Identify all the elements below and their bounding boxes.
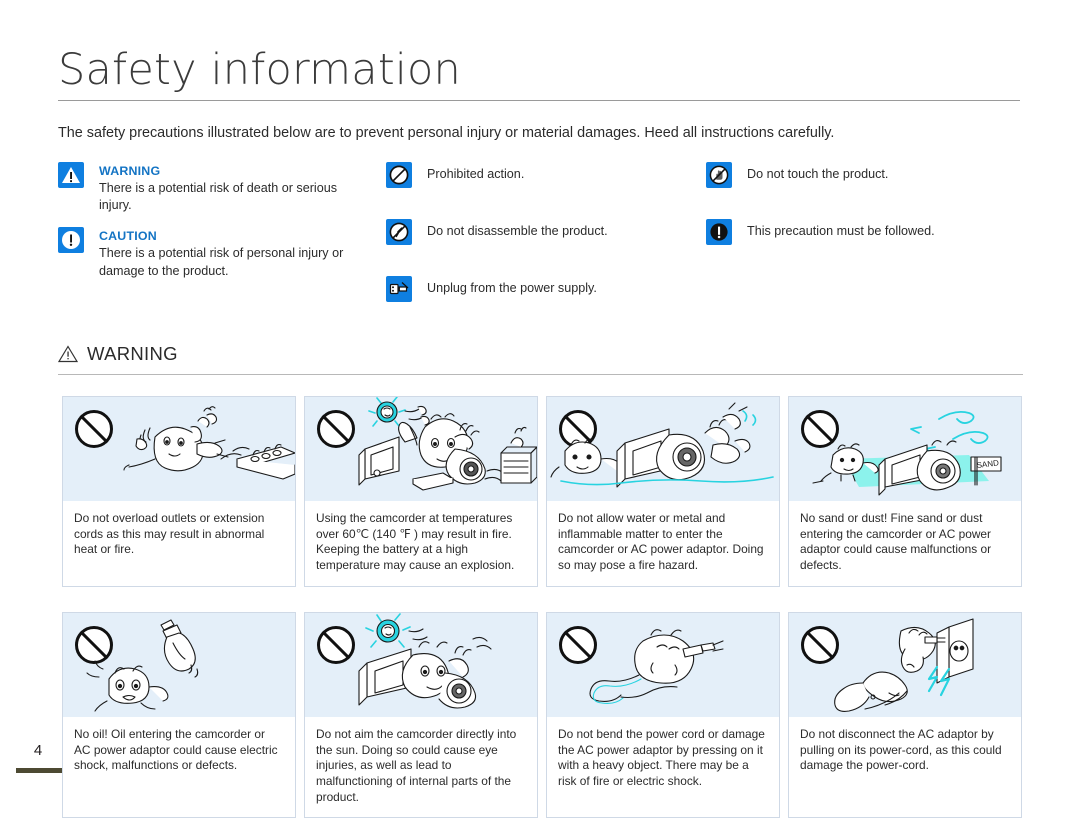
legend-column-severity: WARNING There is a potential risk of dea…	[58, 162, 386, 310]
warning-card: Using the camcorder at temperatures over…	[304, 396, 538, 587]
do-not-touch-hand-icon	[706, 162, 732, 188]
legend-item-prohibited: Prohibited action.	[386, 162, 706, 188]
camcorder-high-temperature-illustration	[305, 397, 537, 501]
warning-section-divider	[58, 374, 1023, 375]
warning-card: No oil! Oil entering the camcorder or AC…	[62, 611, 296, 819]
must-be-followed-exclamation-icon	[706, 219, 732, 245]
camcorder-aimed-at-sun-illustration	[305, 612, 537, 717]
legend-text-caution: CAUTION There is a potential risk of per…	[99, 227, 349, 279]
warning-card-text: Do not bend the power cord or damage the…	[558, 726, 765, 788]
warning-card-text: No oil! Oil entering the camcorder or AC…	[74, 726, 278, 773]
legend-label-do-not-touch: Do not touch the product.	[747, 167, 889, 181]
legend-item-unplug: Unplug from the power supply.	[386, 276, 706, 302]
water-metal-entering-camcorder-illustration	[547, 397, 779, 501]
legend-block: WARNING There is a potential risk of dea…	[58, 162, 1026, 310]
legend-column-prohibitions: Prohibited action. Do not disassemble th…	[386, 162, 706, 310]
warning-card-text: Do not allow water or metal and inflamma…	[558, 511, 764, 573]
warning-card-text: Do not disconnect the AC adaptor by pull…	[800, 726, 1002, 773]
oil-entering-camcorder-illustration	[63, 612, 295, 717]
warning-card: Do not overload outlets or extension cor…	[62, 396, 296, 587]
do-not-disassemble-icon	[386, 219, 412, 245]
legend-column-actions: Do not touch the product. This precautio…	[706, 162, 1026, 310]
caution-exclamation-circle-icon	[58, 227, 84, 254]
legend-item-do-not-touch: Do not touch the product.	[706, 162, 1026, 188]
intro-paragraph: The safety precautions illustrated below…	[58, 125, 835, 141]
legend-body-warning: There is a potential risk of death or se…	[99, 180, 338, 213]
legend-item-must-follow: This precaution must be followed.	[706, 219, 1026, 245]
overloaded-outlet-illustration	[63, 397, 295, 501]
warning-card-grid: Do not overload outlets or extension cor…	[62, 396, 1022, 819]
pulling-ac-adaptor-by-cord-illustration	[789, 612, 1021, 717]
warning-triangle-icon	[58, 162, 84, 188]
legend-label-do-not-disassemble: Do not disassemble the product.	[427, 224, 608, 238]
legend-heading-warning: WARNING	[99, 164, 161, 178]
page-header: Safety information	[58, 45, 1020, 102]
warning-card: Do not disconnect the AC adaptor by pull…	[788, 611, 1022, 819]
unplug-power-icon	[386, 276, 412, 302]
legend-item-caution: CAUTION There is a potential risk of per…	[58, 227, 386, 279]
warning-card-text: No sand or dust! Fine sand or dust enter…	[800, 511, 992, 573]
warning-card: Do not bend the power cord or damage the…	[546, 611, 780, 819]
legend-item-warning: WARNING There is a potential risk of dea…	[58, 162, 386, 214]
page-number: 4	[33, 742, 43, 759]
legend-label-must-follow: This precaution must be followed.	[747, 224, 935, 238]
warning-card: Do not allow water or metal and inflamma…	[546, 396, 780, 587]
safety-information-page: Safety information The safety precaution…	[0, 0, 1080, 825]
legend-body-caution: There is a potential risk of personal in…	[99, 246, 344, 278]
warning-card: Do not aim the camcorder directly into t…	[304, 611, 538, 819]
warning-card-row-1: Do not overload outlets or extension cor…	[62, 396, 1022, 587]
warning-card-row-2: No oil! Oil entering the camcorder or AC…	[62, 611, 1022, 819]
warning-card-text: Do not aim the camcorder directly into t…	[316, 726, 517, 804]
warning-card: SAND No sand or dust! Fine sand or dust …	[788, 396, 1022, 587]
title-divider	[58, 100, 1020, 102]
prohibited-circle-slash-icon	[386, 162, 412, 188]
legend-item-do-not-disassemble: Do not disassemble the product.	[386, 219, 706, 245]
warning-section-header: WARNING	[58, 343, 1023, 365]
warning-card-text: Do not overload outlets or extension cor…	[74, 511, 265, 557]
warning-section-title: WARNING	[87, 343, 178, 364]
legend-heading-caution: CAUTION	[99, 229, 157, 244]
bent-power-cord-illustration	[547, 612, 779, 717]
warning-card-text: Using the camcorder at temperatures over…	[316, 511, 515, 573]
page-number-bar	[16, 768, 62, 773]
page-title: Safety information	[58, 45, 461, 95]
legend-label-unplug: Unplug from the power supply.	[427, 281, 597, 295]
legend-label-prohibited: Prohibited action.	[427, 167, 525, 181]
legend-text-warning: WARNING There is a potential risk of dea…	[99, 162, 349, 214]
warning-triangle-outline-icon	[58, 345, 78, 363]
sand-and-dust-illustration: SAND	[789, 397, 1021, 501]
